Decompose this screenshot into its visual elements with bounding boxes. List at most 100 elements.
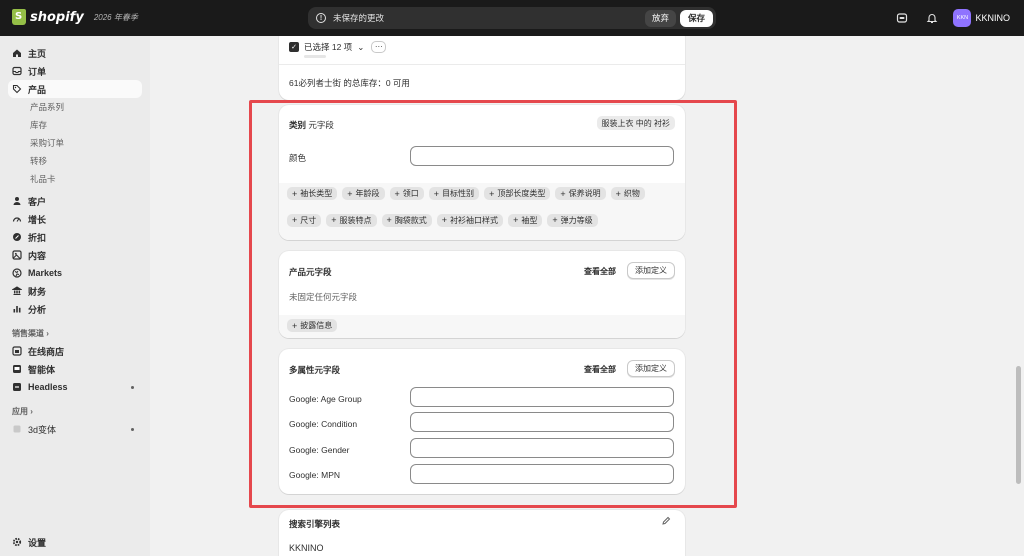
store-menu[interactable]: KKN KKNINO: [953, 9, 1010, 27]
nav-agent[interactable]: 智能体: [8, 360, 142, 378]
view-all-link[interactable]: 查看全部: [584, 266, 616, 277]
save-button[interactable]: 保存: [679, 9, 713, 27]
chevron-down-icon[interactable]: ⌄: [357, 42, 364, 53]
nav-orders[interactable]: 订单: [8, 62, 142, 80]
pill-label: 保养说明: [568, 189, 601, 198]
chevron-right-icon: ›: [30, 406, 33, 416]
suggested-metafields: + 袖长类型 + 年龄段 + 领口 + 目标性别 + 顶部长度类型 + 保养说明 + 织物 +…: [279, 183, 685, 240]
main-content: ✓ 已选择 12 项 ⌄ ··· 61必列者士街 的总库存：0 可用 类别 元字…: [150, 36, 1024, 556]
add-definition-button[interactable]: 添加定义: [627, 360, 675, 377]
nav-transfers[interactable]: 转移: [8, 152, 142, 170]
shopify-bag-icon: [12, 9, 26, 25]
unsaved-message: 未保存的更改: [333, 13, 385, 23]
store-avatar: KKN: [953, 9, 972, 27]
plus-icon: +: [292, 320, 298, 331]
pill-clothing-features[interactable]: + 服装特点: [326, 213, 377, 227]
apps-header[interactable]: 应用 ›: [8, 402, 142, 420]
nav-content[interactable]: 内容: [8, 246, 142, 264]
pill-sleeve-type[interactable]: + 袖型: [508, 213, 543, 227]
card-title: 搜索引擎列表: [289, 519, 341, 529]
sales-channels-header[interactable]: 销售渠道 ›: [8, 324, 142, 342]
nav-gift-cards[interactable]: 礼品卡: [8, 170, 142, 188]
pill-label: 尺寸: [300, 215, 317, 225]
tag-icon: [12, 84, 22, 94]
nav-purchase-orders[interactable]: 采购订单: [8, 134, 142, 152]
color-input[interactable]: [410, 146, 674, 166]
selected-count: 已选择 12 项: [304, 42, 353, 52]
pill-label: 袖型: [521, 215, 538, 225]
nav-settings[interactable]: 设置: [8, 533, 142, 551]
nav-app-3d-variants[interactable]: 3d变体: [8, 420, 142, 438]
pill-stretch-level[interactable]: + 弹力等级: [547, 213, 598, 227]
nav-customers[interactable]: 客户: [8, 192, 142, 210]
pill-target-gender[interactable]: + 目标性别: [428, 187, 480, 200]
bell-icon[interactable]: [923, 9, 941, 27]
pill-label: 胸袋款式: [394, 215, 427, 225]
nav-label: 财务: [28, 286, 47, 297]
nav-growth[interactable]: 增长: [8, 210, 142, 228]
chart-icon: [12, 304, 22, 314]
mpn-input[interactable]: [410, 464, 674, 484]
plus-icon: +: [513, 215, 519, 225]
globe-icon: [12, 268, 22, 278]
pencil-icon[interactable]: [661, 516, 671, 528]
nav-online-store[interactable]: 在线商店: [8, 342, 142, 360]
bank-icon: [12, 286, 22, 296]
nav-inventory[interactable]: 库存: [8, 116, 142, 134]
select-all-checkbox[interactable]: ✓: [289, 42, 299, 52]
nav-label: 主页: [28, 48, 47, 59]
add-definition-button[interactable]: 添加定义: [627, 262, 675, 279]
color-label: 颜色: [289, 153, 307, 163]
pill-sleeve-length[interactable]: + 袖长类型: [287, 187, 338, 200]
pill-label: 年龄段: [355, 189, 380, 198]
card-title: 多属性元字段: [289, 365, 341, 375]
total-inventory: 61必列者士街 的总库存：0 可用: [289, 78, 410, 88]
nav-label: 设置: [28, 537, 47, 548]
category-metafields-card: 类别 元字段 服装上衣 中的 衬衫 颜色 + 袖长类型 + 年龄段 + 领口 + 目标性…: [279, 105, 685, 240]
agent-icon: [12, 364, 22, 374]
content-icon: [12, 250, 22, 260]
plus-icon: +: [386, 215, 392, 225]
more-actions-button[interactable]: ···: [371, 41, 387, 53]
pill-fabric[interactable]: + 织物: [610, 187, 645, 200]
plus-icon: +: [615, 188, 621, 199]
condition-input[interactable]: [410, 412, 674, 432]
pill-pocket-style[interactable]: + 胸袋款式: [381, 213, 432, 227]
pill-disclosure[interactable]: + 披露信息: [287, 319, 338, 332]
alert-icon: !: [316, 13, 326, 23]
gauge-icon: [12, 214, 22, 224]
nav-analytics[interactable]: 分析: [8, 300, 142, 318]
pill-neckline[interactable]: + 领口: [389, 187, 424, 200]
plus-icon: +: [552, 215, 558, 225]
nav-label: 客户: [28, 196, 47, 207]
nav-markets[interactable]: Markets: [8, 264, 142, 282]
top-bar: shopify 2026 年春季 ! 未保存的更改 放弃 保存 KKN KKNI…: [0, 0, 1024, 36]
seo-card: 搜索引擎列表 KKNINO: [279, 510, 685, 556]
sidekick-icon[interactable]: [893, 9, 911, 27]
pill-top-length[interactable]: + 顶部长度类型: [484, 187, 551, 200]
nav-finance[interactable]: 财务: [8, 282, 142, 300]
scrollbar[interactable]: [1016, 366, 1021, 484]
view-all-link[interactable]: 查看全部: [584, 364, 616, 375]
nav-collections[interactable]: 产品系列: [8, 98, 142, 116]
pill-care-instructions[interactable]: + 保养说明: [555, 187, 606, 200]
pill-cuff-style[interactable]: + 衬衫袖口样式: [436, 213, 504, 227]
nav-discounts[interactable]: 折扣: [8, 228, 142, 246]
gender-input[interactable]: [410, 438, 674, 458]
nav-home[interactable]: 主页: [8, 44, 142, 62]
discard-button[interactable]: 放弃: [644, 9, 676, 27]
pill-label: 衬衫袖口样式: [450, 215, 499, 225]
card-title: 产品元字段: [289, 267, 332, 277]
plus-icon: +: [394, 188, 400, 199]
nav-headless[interactable]: Headless: [8, 378, 142, 396]
nav-products[interactable]: 产品: [8, 80, 142, 98]
title-main: 类别: [289, 120, 307, 130]
shopify-logo[interactable]: shopify 2026 年春季: [12, 9, 138, 25]
sidebar: 主页 订单 产品 产品系列 库存 采购订单 转移 礼品卡 客户 增长 折扣 内容…: [0, 36, 150, 556]
pill-size[interactable]: + 尺寸: [287, 213, 322, 227]
age-group-input[interactable]: [410, 387, 674, 407]
pill-label: 织物: [623, 189, 640, 198]
divider: [279, 64, 685, 65]
pill-age-group[interactable]: + 年龄段: [342, 187, 385, 200]
orders-icon: [12, 66, 22, 76]
